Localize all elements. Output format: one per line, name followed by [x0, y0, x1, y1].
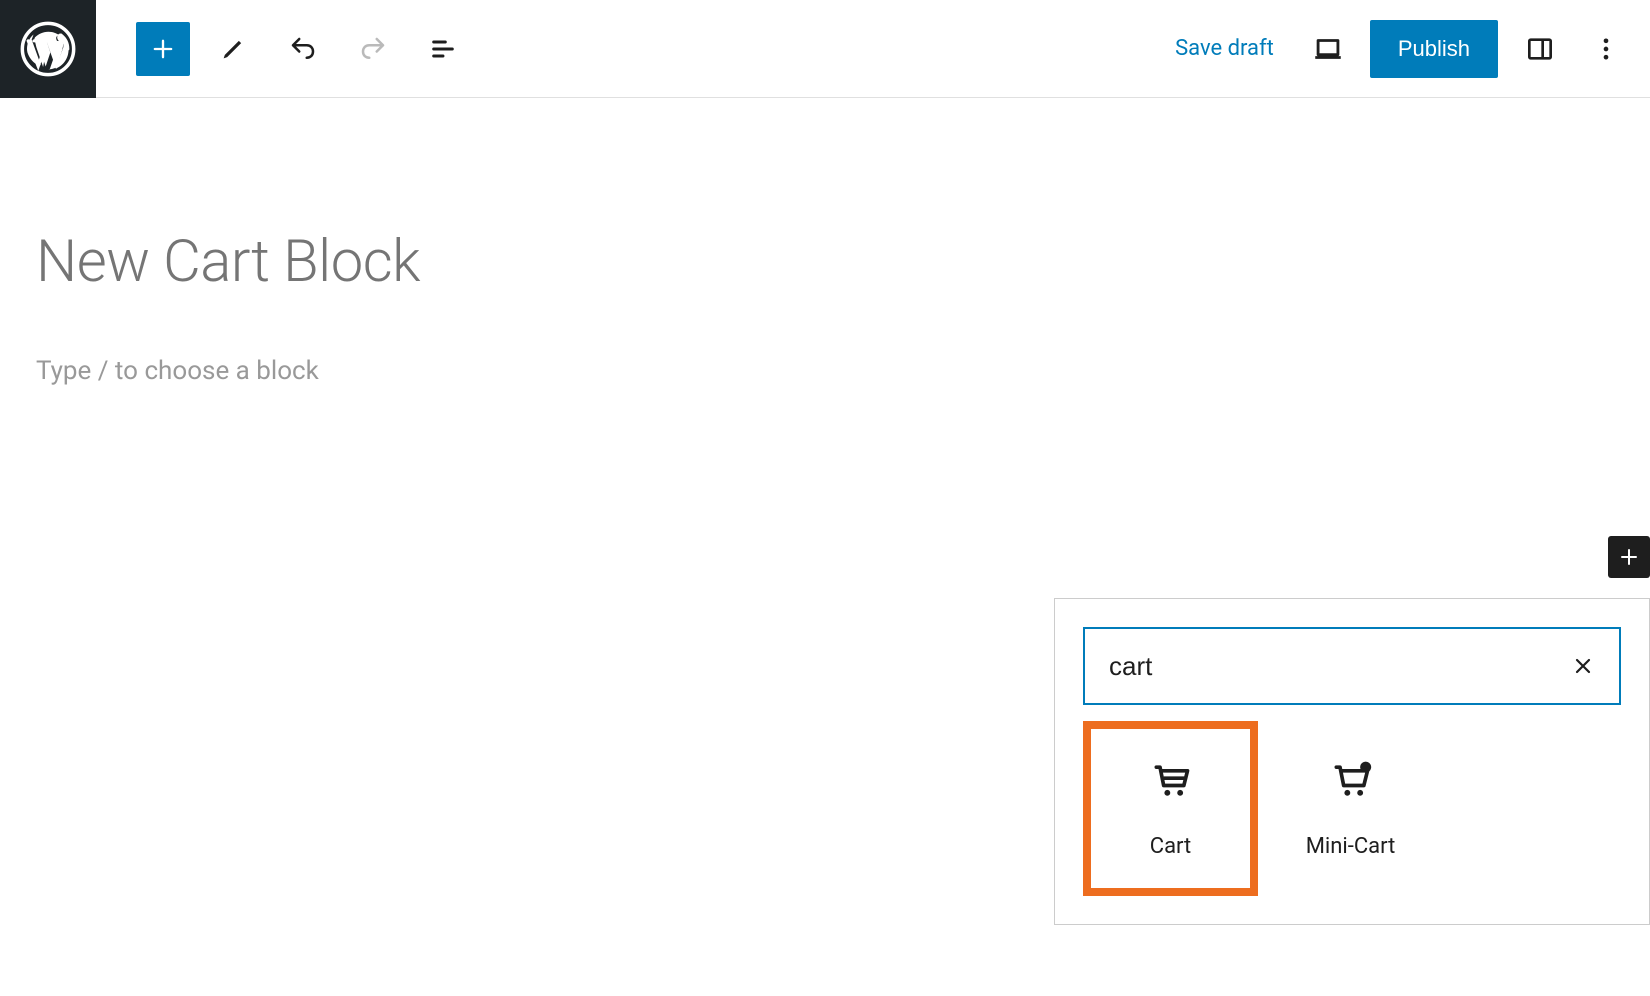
options-menu[interactable]: [1582, 25, 1630, 73]
block-results-grid: Cart Mini-Cart: [1083, 721, 1621, 896]
plus-icon: [1617, 545, 1641, 569]
block-placeholder-text[interactable]: Type / to choose a block: [36, 356, 1614, 386]
block-picker-panel: Cart Mini-Cart: [1054, 598, 1650, 925]
block-option-label: Mini-Cart: [1306, 834, 1396, 859]
plus-icon: [149, 35, 177, 63]
toolbar-left-group: [136, 22, 470, 76]
block-search-input[interactable]: [1109, 629, 1567, 703]
inline-block-inserter[interactable]: [1608, 536, 1650, 578]
sidebar-icon: [1524, 33, 1556, 65]
wordpress-logo[interactable]: [0, 0, 96, 98]
pencil-icon: [219, 35, 247, 63]
document-overview-button[interactable]: [416, 22, 470, 76]
block-option-mini-cart[interactable]: Mini-Cart: [1263, 721, 1438, 896]
undo-button[interactable]: [276, 22, 330, 76]
block-option-label: Cart: [1150, 834, 1191, 859]
clear-search-button[interactable]: [1567, 650, 1599, 682]
edit-mode-button[interactable]: [206, 22, 260, 76]
redo-button[interactable]: [346, 22, 400, 76]
toolbar-right-group: Save draft Publish: [1163, 20, 1630, 78]
cart-icon: [1149, 758, 1193, 802]
editor-canvas: New Cart Block Type / to choose a block: [0, 98, 1650, 426]
settings-sidebar-toggle[interactable]: [1516, 25, 1564, 73]
undo-icon: [288, 34, 318, 64]
page-title-input[interactable]: New Cart Block: [36, 228, 1614, 296]
mini-cart-icon: [1329, 758, 1373, 802]
laptop-icon: [1311, 32, 1345, 66]
block-option-cart[interactable]: Cart: [1083, 721, 1258, 896]
top-toolbar: Save draft Publish: [0, 0, 1650, 98]
list-icon: [429, 35, 457, 63]
wordpress-icon: [20, 21, 76, 77]
save-draft-button[interactable]: Save draft: [1163, 28, 1286, 69]
kebab-icon: [1592, 35, 1620, 63]
publish-button[interactable]: Publish: [1370, 20, 1498, 78]
add-block-button[interactable]: [136, 22, 190, 76]
preview-button[interactable]: [1304, 25, 1352, 73]
redo-icon: [358, 34, 388, 64]
close-icon: [1571, 654, 1595, 678]
block-search-wrapper: [1083, 627, 1621, 705]
